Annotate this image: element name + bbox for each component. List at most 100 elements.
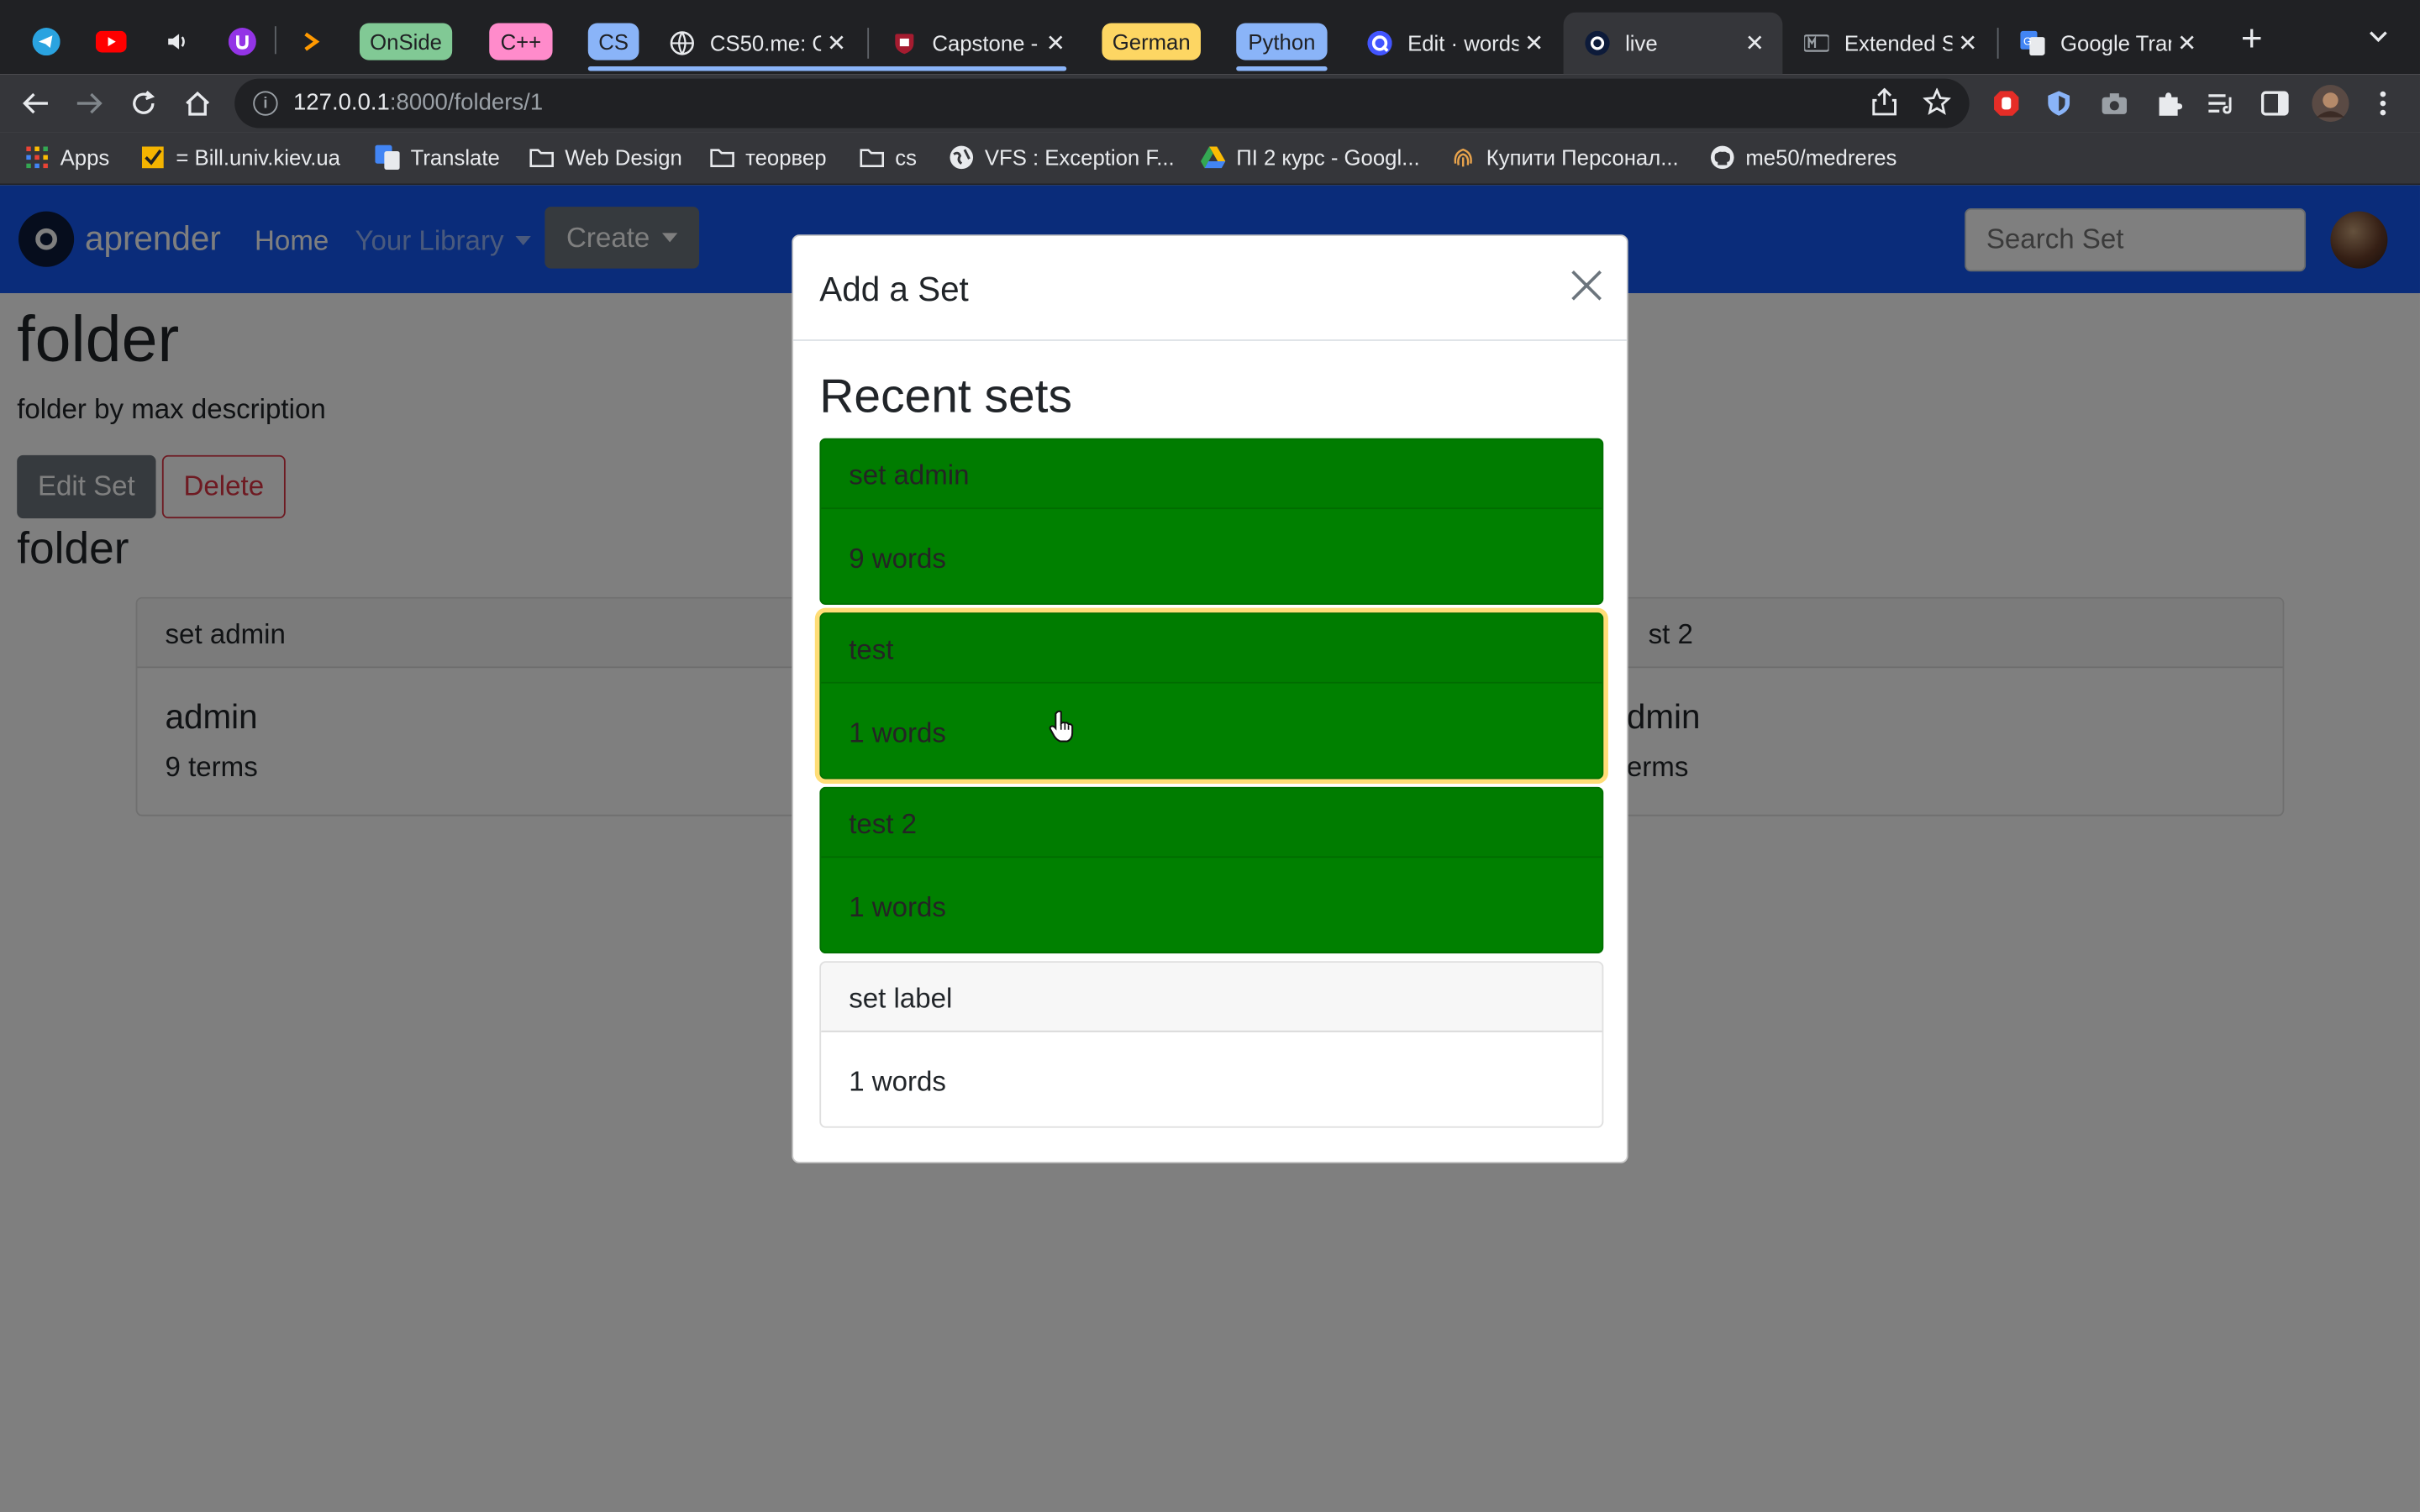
bookmark-kupyty[interactable]: Купити Персонал... <box>1451 145 1679 170</box>
amazon-tab-icon[interactable] <box>292 22 332 62</box>
camera-extension-icon[interactable] <box>2099 88 2130 119</box>
chevron-down-icon <box>2370 31 2387 43</box>
bookmark-label: Web Design <box>565 144 682 171</box>
bookmark-label: cs <box>895 144 918 171</box>
bookmark-web-design[interactable]: Web Design <box>529 145 682 170</box>
tab-group-onside[interactable]: OnSide <box>359 23 453 60</box>
recent-set-card[interactable]: test 2 1 words <box>819 786 1604 954</box>
bookmark-github[interactable]: me50/medreres <box>1710 145 1897 170</box>
profile-avatar[interactable] <box>2312 85 2349 123</box>
recent-set-name: test 2 <box>821 789 1602 858</box>
checkbox-icon <box>140 145 165 170</box>
site-info-icon[interactable]: i <box>253 91 278 116</box>
youtube-tab-icon[interactable] <box>91 22 131 62</box>
tab-capstone[interactable]: Capstone - ✕ <box>871 13 1083 74</box>
telegram-tab-icon[interactable] <box>26 22 66 62</box>
new-tab-button[interactable]: + <box>2235 21 2269 59</box>
browser-toolbar: i 127.0.0.1:8000/folders/1 <box>0 74 2420 133</box>
aprender-logo-icon <box>1585 30 1610 56</box>
audio-tab-icon[interactable] <box>157 22 197 62</box>
url-path: :8000/folders/1 <box>389 89 544 116</box>
url-host: 127.0.0.1 <box>292 89 390 116</box>
tab-group-python[interactable]: Python <box>1236 23 1328 60</box>
bookmark-label: Translate <box>410 144 500 171</box>
bookmark-google-drive[interactable]: ПІ 2 курс - Googl... <box>1200 144 1420 171</box>
home-icon <box>186 91 210 116</box>
google-drive-icon <box>1200 145 1226 170</box>
tab-separator <box>274 26 276 55</box>
add-set-modal: Add a Set Recent sets set admin 9 words … <box>792 234 1628 1163</box>
bookmark-label: ПІ 2 курс - Googl... <box>1236 144 1420 171</box>
tab-live-active[interactable]: live ✕ <box>1563 12 1783 75</box>
folder-icon <box>529 145 554 170</box>
bookmark-label: теорвер <box>745 144 827 171</box>
recent-set-card[interactable]: set admin 9 words <box>819 438 1604 605</box>
shield-extension-icon[interactable] <box>2044 88 2075 119</box>
folder-icon <box>710 145 734 170</box>
recent-sets-heading: Recent sets <box>819 368 1072 423</box>
tab-google-translate[interactable]: G Google Tran ✕ <box>1999 13 2215 74</box>
bookmark-translate[interactable]: Translate <box>375 144 500 171</box>
tab-title: Capstone - <box>932 30 1039 56</box>
side-panel-icon[interactable] <box>2260 88 2291 119</box>
puzzle-extensions-icon[interactable] <box>2153 88 2184 119</box>
bookmark-vfs[interactable]: VFS : Exception F... <box>950 145 1175 170</box>
tab-search-button[interactable] <box>2368 24 2390 49</box>
reading-list-icon[interactable] <box>2206 88 2237 119</box>
bookmark-label: Купити Персонал... <box>1486 144 1679 171</box>
quizlet-icon <box>1367 30 1392 56</box>
bookmark-label: me50/medreres <box>1745 144 1897 171</box>
reload-icon <box>133 91 155 114</box>
close-icon <box>1571 270 1602 301</box>
recent-set-card[interactable]: test 1 words <box>819 612 1604 780</box>
tab-title: CS50.me: C <box>709 30 822 56</box>
recent-set-name: set label <box>821 963 1602 1032</box>
recent-set-count: 1 words <box>849 717 946 748</box>
bookmark-label: Apps <box>60 144 110 171</box>
tab-close-icon[interactable]: ✕ <box>821 29 852 57</box>
tab-close-icon[interactable]: ✕ <box>1739 29 1770 57</box>
hand-pointer-cursor-icon <box>1049 710 1074 743</box>
tab-close-icon[interactable]: ✕ <box>2171 29 2202 57</box>
share-icon[interactable] <box>1872 87 1897 123</box>
modal-close-button[interactable] <box>1570 269 1607 306</box>
adblock-extension-icon[interactable] <box>1991 88 2022 119</box>
chrome-menu-icon[interactable] <box>2368 88 2399 119</box>
bookmarks-bar: Apps = Bill.univ.kiev.ua Translate Web D… <box>0 132 2420 186</box>
tab-close-icon[interactable]: ✕ <box>1518 29 1549 57</box>
tab-group-cs[interactable]: CS <box>587 23 639 60</box>
google-translate-icon <box>375 144 400 171</box>
bookmark-cs[interactable]: cs <box>860 145 917 170</box>
ublock-tab-icon[interactable] <box>222 22 262 62</box>
reload-button[interactable] <box>124 83 164 123</box>
tab-close-icon[interactable]: ✕ <box>1952 29 1983 57</box>
bookmark-label: = Bill.univ.kiev.ua <box>176 144 340 171</box>
address-url[interactable]: 127.0.0.1:8000/folders/1 <box>293 90 543 116</box>
recent-set-card[interactable]: set label 1 words <box>819 961 1604 1128</box>
tab-title: live <box>1625 30 1658 56</box>
back-button[interactable] <box>15 83 55 123</box>
tab-group-german[interactable]: German <box>1102 23 1201 60</box>
apps-grid-icon <box>24 145 49 170</box>
tab-group-cpp[interactable]: C++ <box>489 23 553 60</box>
tab-group-python-underline <box>1236 66 1328 71</box>
tab-title: Google Tran <box>2060 30 2172 56</box>
recent-set-count: 9 words <box>849 543 946 575</box>
tab-extended[interactable]: Extended S ✕ <box>1782 13 1995 74</box>
bookmark-teorver[interactable]: теорвер <box>710 145 827 170</box>
tab-edit-words[interactable]: Edit · words ✕ <box>1346 13 1562 74</box>
address-bar[interactable]: i 127.0.0.1:8000/folders/1 <box>234 78 1970 129</box>
svg-text:G: G <box>2023 34 2032 47</box>
forward-arrow-icon <box>76 92 103 114</box>
bookmark-apps[interactable]: Apps <box>24 145 109 170</box>
bookmark-bill[interactable]: = Bill.univ.kiev.ua <box>140 145 340 170</box>
page-viewport: aprender Home Your Library Create folder… <box>0 185 2420 1512</box>
github-icon <box>1710 145 1734 170</box>
tab-cs50[interactable]: CS50.me: C ✕ <box>648 13 864 74</box>
tab-close-icon[interactable]: ✕ <box>1040 29 1071 57</box>
tab-divider <box>867 28 870 59</box>
bookmark-star-icon[interactable] <box>1923 87 1952 123</box>
forward-button[interactable] <box>70 83 110 123</box>
home-button[interactable] <box>177 83 218 123</box>
modal-title: Add a Set <box>819 270 969 309</box>
